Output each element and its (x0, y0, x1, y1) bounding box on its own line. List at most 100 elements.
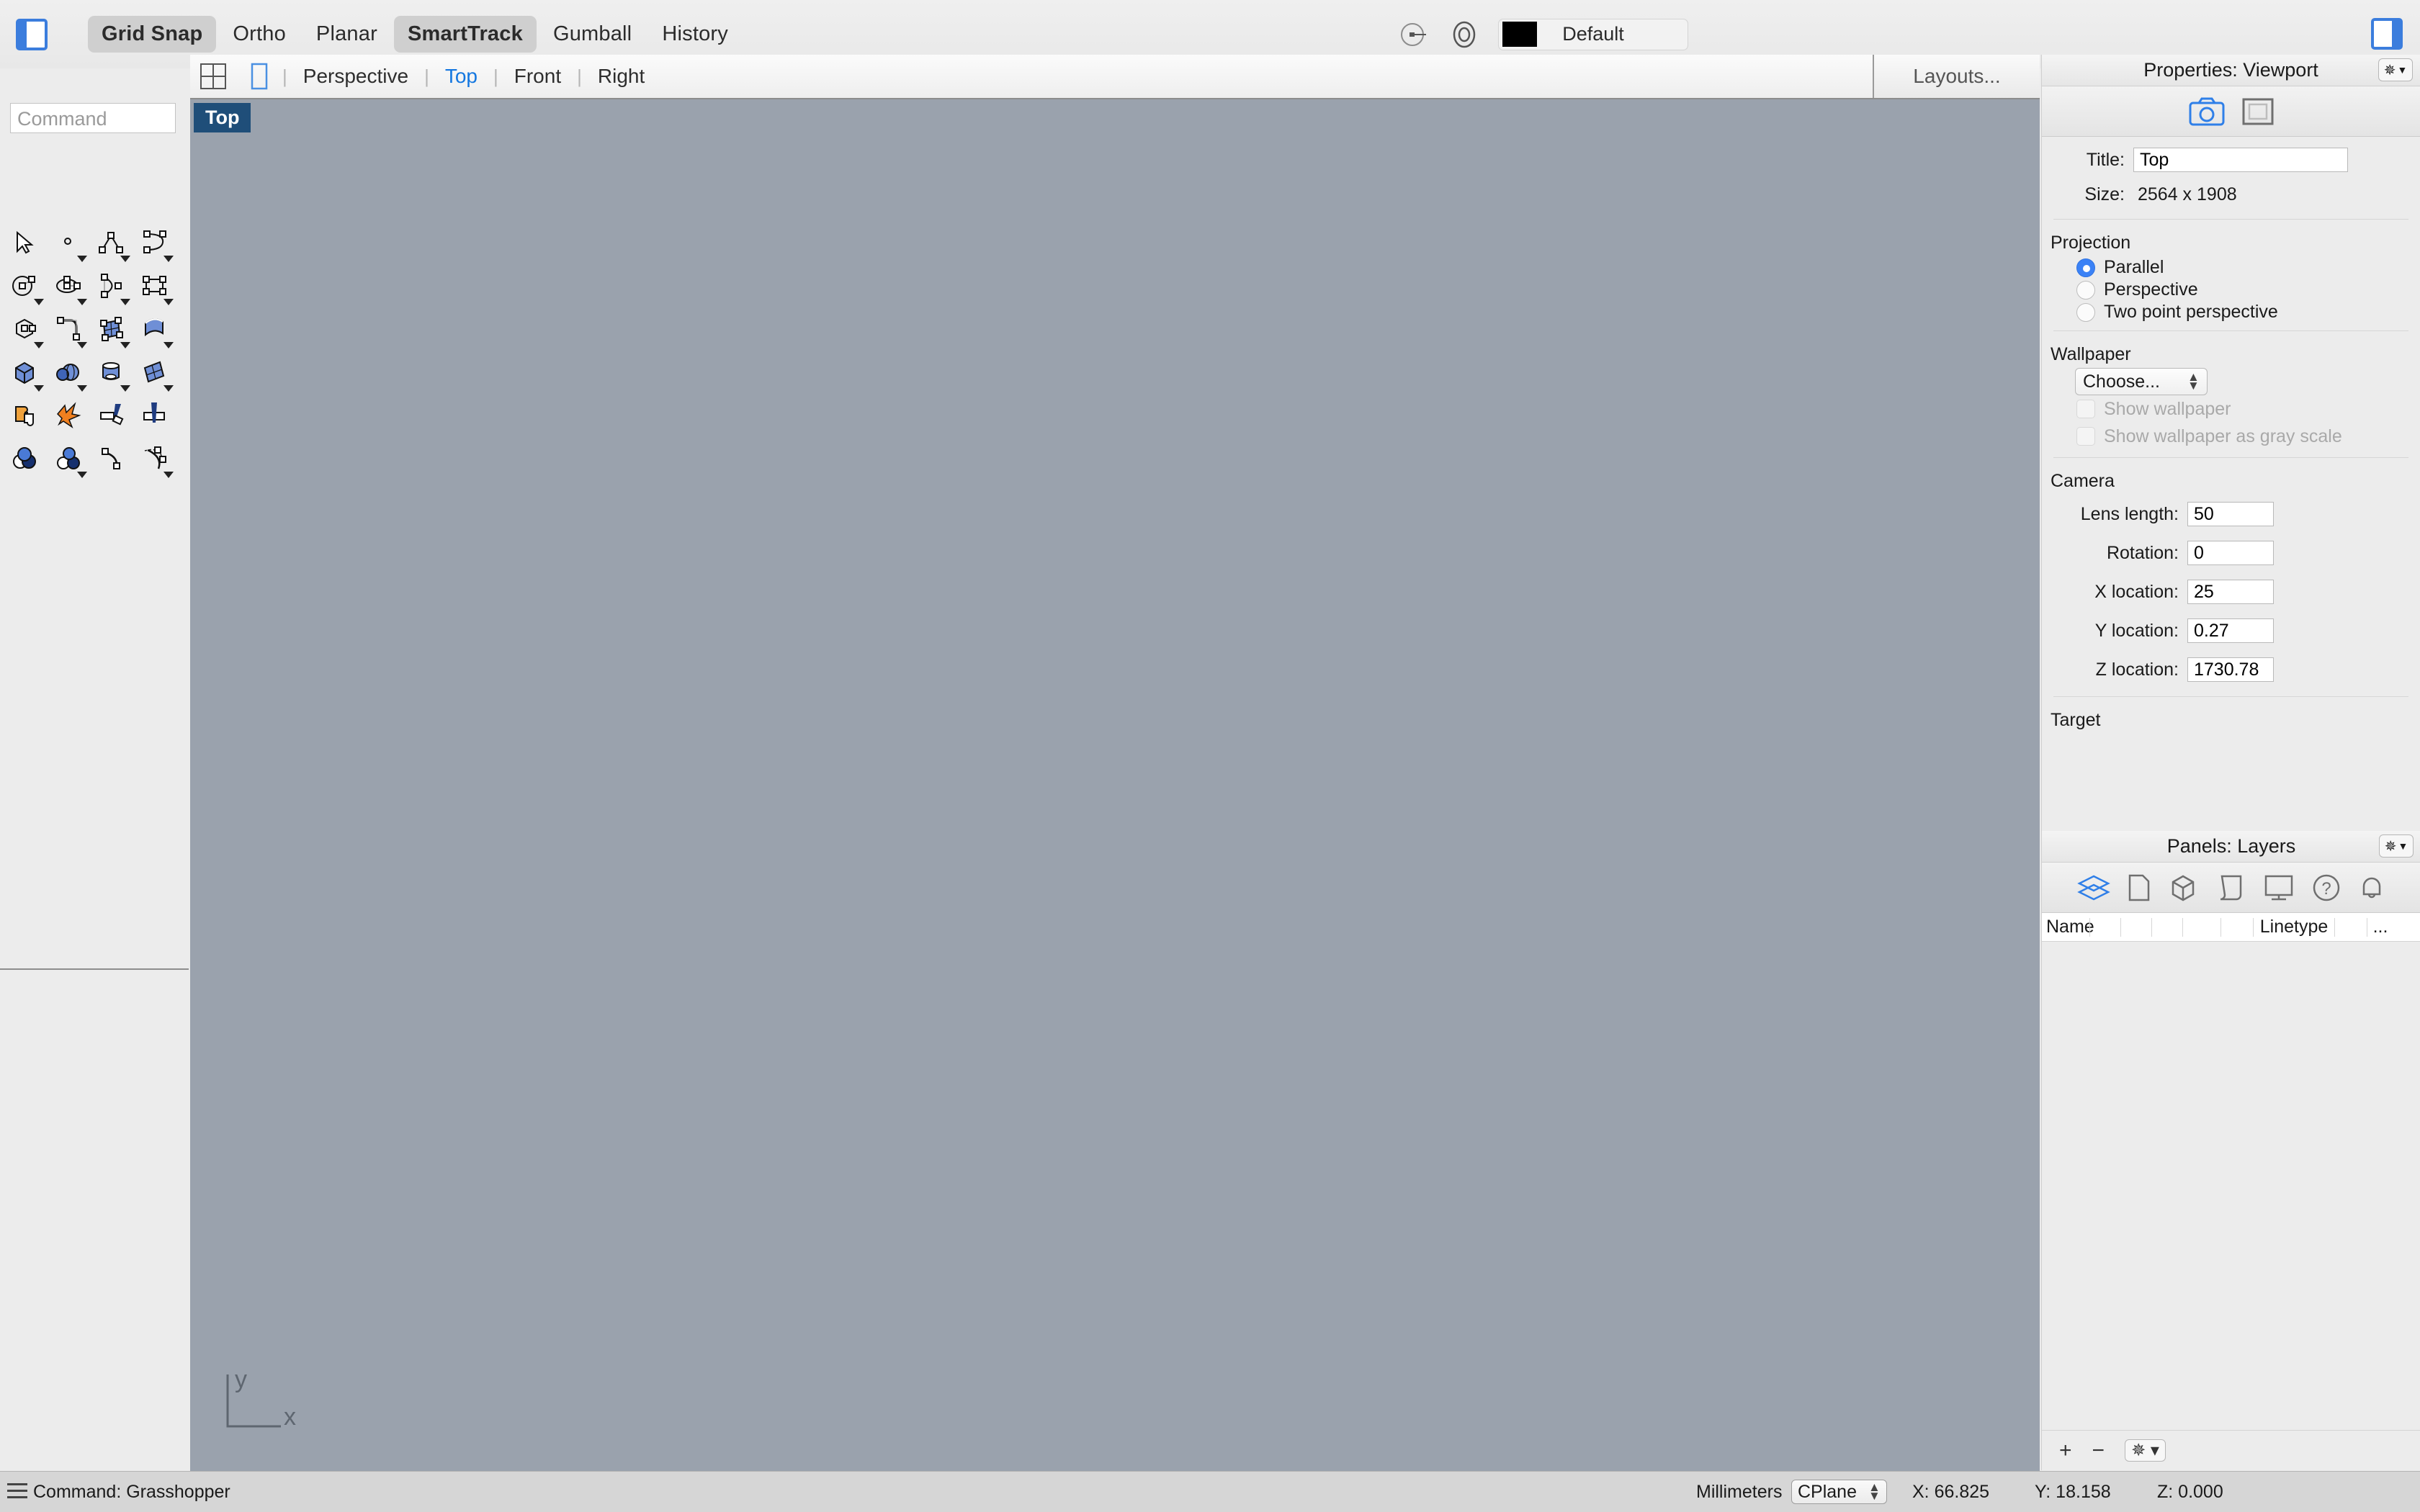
right-panel-toggle-icon[interactable] (2371, 18, 2403, 50)
projection-option-perspective[interactable]: Perspective (2042, 279, 2420, 301)
show-wallpaper-row[interactable]: Show wallpaper (2042, 395, 2420, 423)
tool-flyout-caret-icon[interactable] (163, 472, 174, 478)
tool-flyout-caret-icon[interactable] (120, 342, 130, 348)
x-location-input[interactable] (2187, 580, 2274, 604)
radio-two-point-icon[interactable] (2076, 302, 2095, 322)
add-layer-button[interactable]: + (2059, 1439, 2072, 1463)
tool-flyout-caret-icon[interactable] (163, 385, 174, 392)
viewport-title-label[interactable]: Top (194, 103, 251, 132)
viewport-top[interactable]: Top y x (190, 99, 2040, 1471)
four-view-layout-icon[interactable] (199, 62, 228, 91)
radio-parallel-icon[interactable] (2076, 258, 2095, 277)
tool-flyout-caret-icon[interactable] (163, 342, 174, 348)
mode-history[interactable]: History (648, 16, 742, 53)
tool-flyout-caret-icon[interactable] (163, 256, 174, 262)
properties-page-icon[interactable] (2127, 873, 2151, 903)
status-menu-icon[interactable] (7, 1483, 27, 1503)
tool-explode-icon[interactable] (46, 394, 89, 437)
tool-curve-control-points-icon[interactable] (89, 437, 133, 480)
tool-rectangle-icon[interactable] (133, 264, 176, 307)
tool-flyout-caret-icon[interactable] (34, 385, 44, 392)
z-location-input[interactable] (2187, 657, 2274, 682)
lens-length-input[interactable] (2187, 502, 2274, 526)
col-sep-5[interactable] (2220, 917, 2221, 937)
layers-panel-gear-icon[interactable]: ✵ ▼ (2379, 834, 2414, 858)
tool-circle-icon[interactable] (3, 264, 46, 307)
tool-flyout-caret-icon[interactable] (163, 299, 174, 305)
tool-point-icon[interactable] (46, 221, 89, 264)
tool-boolean-union-icon[interactable] (3, 437, 46, 480)
tool-flyout-caret-icon[interactable] (34, 299, 44, 305)
tool-polygon-icon[interactable] (3, 307, 46, 351)
tool-flyout-caret-icon[interactable] (77, 256, 87, 262)
left-panel-toggle-icon[interactable] (16, 18, 48, 50)
tool-ellipse-icon[interactable] (46, 264, 89, 307)
tool-sphere-icon[interactable] (46, 351, 89, 394)
tool-surface-loft-icon[interactable] (133, 307, 176, 351)
projection-option-two-point[interactable]: Two point perspective (2042, 301, 2420, 323)
layers-icon[interactable] (2076, 873, 2111, 903)
tool-flyout-caret-icon[interactable] (120, 299, 130, 305)
layer-state-icon[interactable] (1448, 18, 1481, 51)
col-sep-7[interactable] (2334, 917, 2335, 937)
tool-flyout-caret-icon[interactable] (77, 385, 87, 392)
tool-plugin-icon[interactable] (3, 394, 46, 437)
tool-polyline-icon[interactable] (89, 221, 133, 264)
projection-option-parallel[interactable]: Parallel (2042, 256, 2420, 279)
tool-fillet-curve-icon[interactable] (46, 307, 89, 351)
tool-flyout-caret-icon[interactable] (34, 342, 44, 348)
tool-flyout-caret-icon[interactable] (120, 256, 130, 262)
tool-flyout-caret-icon[interactable] (120, 385, 130, 392)
rotation-input[interactable] (2187, 541, 2274, 565)
cplane-selector[interactable]: CPlane ▲ ▼ (1791, 1480, 1887, 1504)
object-box-icon[interactable] (2167, 873, 2199, 903)
help-icon[interactable]: ? (2311, 873, 2341, 903)
notifications-icon[interactable] (2357, 873, 2386, 903)
camera-icon[interactable] (2188, 96, 2226, 127)
radio-perspective-icon[interactable] (2076, 280, 2095, 300)
mode-grid-snap[interactable]: Grid Snap (88, 16, 217, 53)
layers-options-gear-icon[interactable]: ✵ ▾ (2125, 1439, 2166, 1462)
viewport-tab-front[interactable]: Front (498, 65, 577, 88)
tool-trim-icon[interactable] (89, 394, 133, 437)
tool-flyout-caret-icon[interactable] (77, 472, 87, 478)
display-icon[interactable] (2262, 873, 2295, 903)
mode-gumball[interactable]: Gumball (539, 16, 645, 53)
tool-select-arrow-icon[interactable] (3, 221, 46, 264)
show-wallpaper-gray-checkbox[interactable] (2076, 427, 2095, 446)
col-sep-3[interactable] (2151, 917, 2152, 937)
col-sep-1[interactable] (2089, 917, 2090, 937)
set-layer-icon[interactable] (1397, 18, 1430, 51)
tool-flyout-caret-icon[interactable] (77, 299, 87, 305)
y-location-input[interactable] (2187, 618, 2274, 643)
current-layer-selector[interactable]: Default (1498, 18, 1688, 50)
viewport-tab-top[interactable]: Top (429, 65, 493, 88)
mode-ortho[interactable]: Ortho (219, 16, 300, 53)
layouts-button[interactable]: Layouts... (1873, 55, 2040, 98)
show-wallpaper-checkbox[interactable] (2076, 400, 2095, 418)
remove-layer-button[interactable]: − (2092, 1439, 2105, 1463)
properties-panel-gear-icon[interactable]: ✵ ▼ (2378, 58, 2413, 81)
single-view-layout-icon[interactable] (245, 62, 274, 91)
command-input[interactable]: Command (10, 103, 176, 133)
tool-curve-icon[interactable] (133, 221, 176, 264)
col-sep-2[interactable] (2120, 917, 2121, 937)
tool-arc-icon[interactable] (89, 264, 133, 307)
viewport-frame-icon[interactable] (2241, 96, 2275, 127)
viewport-tab-right[interactable]: Right (582, 65, 660, 88)
tool-split-icon[interactable] (133, 394, 176, 437)
tool-surface-edit-points-icon[interactable] (89, 307, 133, 351)
tool-flyout-caret-icon[interactable] (77, 342, 87, 348)
show-wallpaper-gray-row[interactable]: Show wallpaper as gray scale (2042, 423, 2420, 450)
tool-surface-patch-icon[interactable] (133, 351, 176, 394)
tool-boolean-difference-icon[interactable] (46, 437, 89, 480)
tool-cylinder-icon[interactable] (89, 351, 133, 394)
wallpaper-choose-dropdown[interactable]: Choose... ▲ ▼ (2075, 368, 2208, 395)
named-views-icon[interactable] (2215, 873, 2246, 903)
viewport-tab-perspective[interactable]: Perspective (287, 65, 424, 88)
col-sep-4[interactable] (2182, 917, 2183, 937)
mode-smarttrack[interactable]: SmartTrack (393, 16, 537, 53)
tool-box-icon[interactable] (3, 351, 46, 394)
mode-planar[interactable]: Planar (302, 16, 391, 53)
viewport-title-input[interactable] (2133, 148, 2348, 172)
